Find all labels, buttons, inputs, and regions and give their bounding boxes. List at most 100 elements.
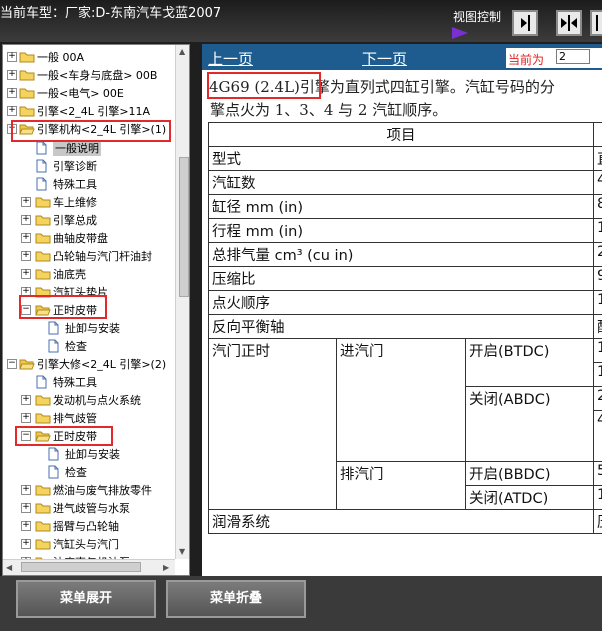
scroll-down-arrow-icon[interactable]: ▼	[179, 547, 185, 556]
tree-node-label: 汽缸头与汽门	[53, 538, 119, 551]
expand-toggle-icon[interactable]: +	[7, 106, 17, 116]
folder-icon	[35, 267, 51, 283]
tree-vertical-scroll-thumb[interactable]	[179, 157, 189, 297]
tree-node-label: 发动机与点火系统	[53, 394, 141, 407]
folder-icon	[35, 483, 51, 499]
expand-toggle-icon[interactable]: +	[21, 395, 31, 405]
tree-node-label: 曲轴皮带盘	[53, 232, 108, 245]
tree-node-label: 进气歧管与水泵	[53, 502, 130, 515]
collapse-menu-button[interactable]: 菜单折叠	[166, 580, 306, 618]
collapse-toggle-icon[interactable]: −	[21, 305, 31, 315]
row-value-bore: 8	[593, 194, 602, 219]
next-page-link[interactable]: 下一页	[362, 48, 407, 69]
scroll-right-arrow-icon[interactable]: ▶	[163, 563, 169, 572]
scroll-up-arrow-icon[interactable]: ▲	[179, 47, 185, 56]
previous-page-link[interactable]: 上一页	[208, 48, 253, 69]
tree-node-label: 汽缸头垫片	[53, 286, 108, 299]
current-page-input[interactable]	[556, 49, 590, 64]
view-left-pane-button[interactable]	[590, 10, 602, 36]
highlight-box-engine-model	[207, 72, 321, 99]
expand-toggle-icon[interactable]: +	[21, 485, 31, 495]
row-value-lubrication: 压	[593, 509, 602, 534]
expand-toggle-icon[interactable]: +	[21, 233, 31, 243]
row-label-valve-timing: 汽门正时	[208, 338, 337, 510]
view-split-pane-button[interactable]	[556, 10, 582, 36]
bottom-bar: 菜单展开 菜单折叠	[0, 576, 602, 631]
collapse-toggle-icon[interactable]: −	[21, 431, 31, 441]
chapter-tree[interactable]: + 一般 00A + 一般<车身与底盘> 00B + 一般<电气> 00E + 引擎<2_4L…	[2, 44, 190, 576]
tree-node-label: 凸轮轴与汽门杆油封	[53, 250, 152, 263]
pane-split-icon	[561, 15, 577, 31]
expand-toggle-icon[interactable]: +	[21, 251, 31, 261]
expand-toggle-icon[interactable]: +	[7, 52, 17, 62]
expand-toggle-icon[interactable]: +	[21, 503, 31, 513]
expand-toggle-icon[interactable]: +	[7, 70, 17, 80]
document-icon	[35, 177, 48, 194]
engine-spec-table: 项目 型式直 汽缸数4 缸径 mm (in)8 行程 mm (in)1 总排气量…	[208, 122, 602, 534]
folder-icon	[35, 213, 51, 229]
expand-toggle-icon[interactable]: +	[21, 539, 31, 549]
folder-icon	[19, 50, 35, 66]
expand-toggle-icon[interactable]: +	[21, 215, 31, 225]
view-single-pane-button[interactable]	[512, 10, 538, 36]
document-icon	[35, 375, 48, 392]
tree-node-label: 特殊工具	[53, 376, 97, 389]
row-label-cylinders: 汽缸数	[208, 170, 594, 195]
current-page-label: 当前为	[508, 53, 545, 67]
expand-menu-button[interactable]: 菜单展开	[16, 580, 156, 618]
row-label-bore: 缸径 mm (in)	[208, 194, 594, 219]
row-value-firing-order: 1	[593, 290, 602, 315]
tree-node-label: 一般 00A	[37, 51, 85, 64]
tree-node-label: 引擎诊断	[53, 160, 97, 173]
folder-icon	[35, 537, 51, 553]
row-value-displacement: 2	[593, 242, 602, 267]
expand-toggle-icon[interactable]: +	[21, 269, 31, 279]
folder-icon	[19, 68, 35, 84]
tree-horizontal-scroll-thumb[interactable]	[21, 562, 141, 572]
pane-right-icon	[521, 15, 530, 31]
expand-toggle-icon[interactable]: +	[21, 413, 31, 423]
row-label-exhaust-open: 开启(BBDC)	[465, 461, 594, 486]
row-value-balance-shaft: 配	[593, 314, 602, 339]
row-label-type: 型式	[208, 146, 594, 171]
folder-icon	[19, 104, 35, 120]
row-value-valve-d: 4	[593, 410, 602, 462]
tree-node-label: 扯卸与安装	[65, 322, 120, 335]
row-value-valve-c: 2	[593, 386, 602, 411]
tree-vertical-scrollbar[interactable]: ▲ ▼	[175, 45, 189, 559]
row-label-intake-close: 关闭(ABDC)	[465, 386, 594, 462]
scroll-left-arrow-icon[interactable]: ◀	[6, 563, 12, 572]
folder-open-icon	[19, 122, 35, 138]
folder-icon	[35, 285, 51, 301]
top-bar: 当前车型：厂家:D-东南汽车戈蓝2007 视图控制	[0, 0, 602, 42]
tree-node-label: 正时皮带	[53, 430, 97, 443]
document-icon	[35, 141, 48, 158]
row-label-stroke: 行程 mm (in)	[208, 218, 594, 243]
tree-node-label: 引擎总成	[53, 214, 97, 227]
tree-node-label: 油底壳	[53, 268, 86, 281]
row-label-exhaust-valve: 排汽门	[336, 461, 466, 510]
tree-node-label: 引擎机构<2_4L 引擎>(1)	[37, 123, 167, 136]
tree-node-label: 扯卸与安装	[65, 448, 120, 461]
expand-toggle-icon[interactable]: +	[7, 88, 17, 98]
row-value-valve-b: 1	[593, 362, 602, 387]
folder-open-icon	[19, 357, 35, 373]
collapse-toggle-icon[interactable]: −	[7, 124, 17, 134]
row-value-valve-a: 1	[593, 338, 602, 363]
tree-node-label: 检查	[65, 340, 87, 353]
tree-node-label: 一般<电气> 00E	[37, 87, 124, 100]
expand-toggle-icon[interactable]: +	[21, 521, 31, 531]
collapse-toggle-icon[interactable]: −	[7, 359, 17, 369]
row-label-compression: 压缩比	[208, 266, 594, 291]
folder-icon	[35, 249, 51, 265]
document-icon	[47, 465, 60, 482]
tree-node-label: 摇臂与凸轮轴	[53, 520, 119, 533]
expand-toggle-icon[interactable]: +	[21, 287, 31, 297]
row-value-compression: 9	[593, 266, 602, 291]
row-value-stroke: 1	[593, 218, 602, 243]
row-label-displacement: 总排气量 cm³ (cu in)	[208, 242, 594, 267]
tree-node-label: 一般说明	[53, 140, 101, 156]
expand-toggle-icon[interactable]: +	[21, 197, 31, 207]
row-label-intake-open: 开启(BTDC)	[465, 338, 594, 387]
document-icon	[47, 339, 60, 356]
